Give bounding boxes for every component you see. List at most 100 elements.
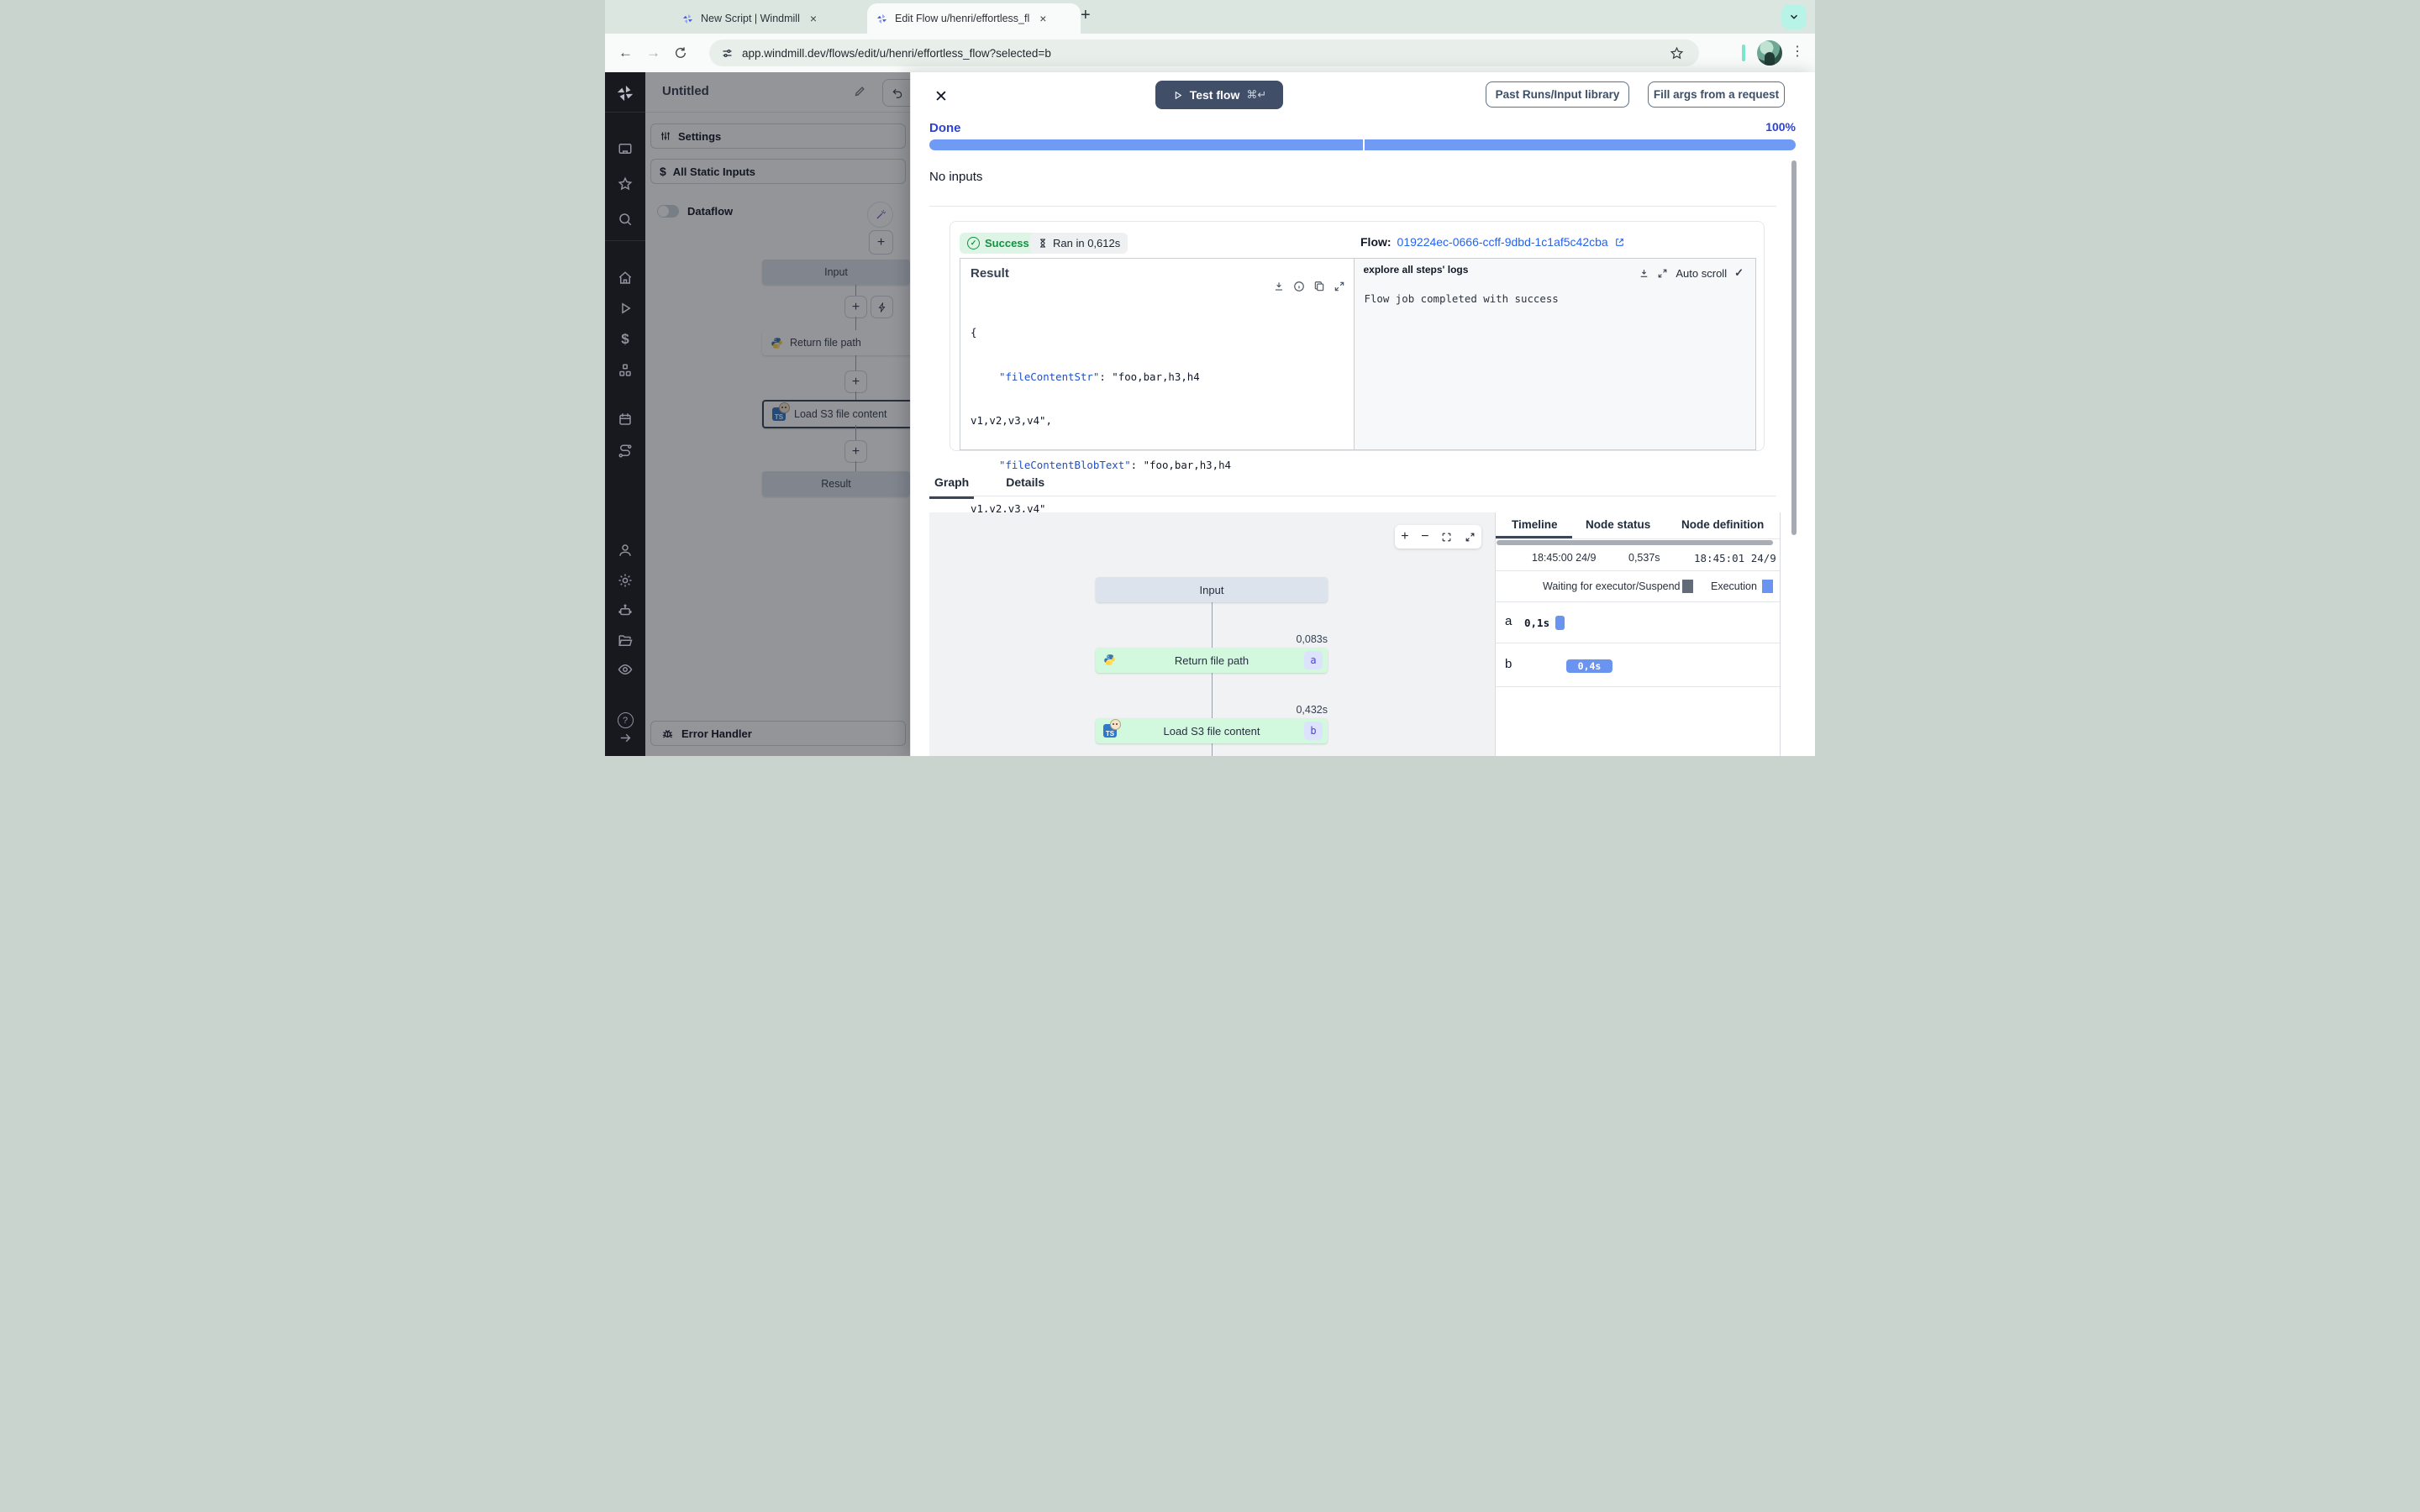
copy-icon[interactable] bbox=[1313, 281, 1325, 292]
timeline-tabs: Timeline Node status Node definition bbox=[1496, 512, 1780, 539]
row-label: a bbox=[1505, 614, 1512, 628]
browser-toolbar: ← → app.windmill.dev/flows/edit/u/henri/… bbox=[605, 34, 1815, 92]
site-settings-icon[interactable] bbox=[721, 47, 734, 60]
expand-icon[interactable] bbox=[1657, 268, 1668, 279]
bookmark-star-icon[interactable] bbox=[1670, 46, 1684, 60]
tab-node-definition[interactable]: Node definition bbox=[1681, 518, 1764, 531]
sidebar-ai-icon[interactable] bbox=[605, 603, 645, 618]
step-b-time: 0,432s bbox=[1296, 704, 1328, 716]
fill-args-button[interactable]: Fill args from a request bbox=[1648, 81, 1785, 108]
log-line: Flow job completed with success bbox=[1364, 292, 1559, 305]
sidebar-home-icon[interactable] bbox=[605, 270, 645, 286]
url-text: app.windmill.dev/flows/edit/u/henri/effo… bbox=[742, 46, 1051, 60]
windmill-logo-icon[interactable] bbox=[605, 84, 645, 102]
step-a-time: 0,083s bbox=[1296, 633, 1328, 645]
autoscroll-check-icon[interactable]: ✓ bbox=[1734, 266, 1744, 280]
sidebar-collapse-icon[interactable] bbox=[605, 731, 645, 745]
browser-menu-icon[interactable]: ⋮ bbox=[1791, 43, 1804, 60]
tab-close-icon[interactable]: × bbox=[810, 12, 817, 25]
sidebar-runs-icon[interactable] bbox=[605, 301, 645, 316]
browser-tab-active[interactable]: Edit Flow u/henri/effortless_fl × bbox=[867, 3, 1081, 34]
sidebar-workers-icon[interactable] bbox=[605, 444, 645, 459]
back-icon[interactable]: ← bbox=[618, 45, 633, 61]
zoom-out-icon[interactable]: − bbox=[1421, 529, 1428, 544]
row-duration: 0,1s bbox=[1524, 617, 1550, 629]
fullscreen-icon[interactable] bbox=[1465, 532, 1476, 543]
timeline-row-a: a 0,1s bbox=[1496, 602, 1780, 643]
json-line: "fileContentStr": "foo,bar,h3,h4 bbox=[971, 370, 1231, 385]
test-flow-label: Test flow bbox=[1189, 88, 1240, 102]
step-badge: b bbox=[1304, 722, 1323, 740]
sidebar-help-icon[interactable]: ? bbox=[605, 712, 645, 728]
browser-tab-strip: New Script | Windmill × Edit Flow u/henr… bbox=[605, 0, 1815, 34]
sidebar-workspace-icon[interactable] bbox=[605, 141, 645, 156]
json-key: "fileContentBlobText" bbox=[999, 458, 1131, 471]
shortcut-hint: ⌘↵ bbox=[1246, 88, 1267, 101]
row-label: b bbox=[1505, 657, 1512, 671]
tab-search-button[interactable] bbox=[1781, 4, 1807, 29]
node-label: Input bbox=[1199, 583, 1224, 596]
new-tab-button[interactable]: + bbox=[1081, 7, 1091, 24]
sidebar-audit-icon[interactable] bbox=[605, 662, 645, 677]
typescript-bun-icon: TS bbox=[1103, 719, 1121, 738]
close-icon[interactable]: ✕ bbox=[934, 87, 948, 107]
tab-node-status[interactable]: Node status bbox=[1586, 518, 1650, 531]
sidebar-users-icon[interactable] bbox=[605, 543, 645, 558]
progress-bar bbox=[929, 139, 1796, 150]
download-icon[interactable] bbox=[1273, 281, 1285, 292]
fit-view-icon[interactable] bbox=[1441, 532, 1452, 543]
graph-node-b[interactable]: TS Load S3 file content b bbox=[1096, 718, 1328, 743]
json-line: v1,v2,v3,v4", bbox=[971, 414, 1052, 427]
success-badge: ✓ Success bbox=[960, 233, 1037, 254]
tab-close-icon[interactable]: × bbox=[1039, 12, 1046, 25]
success-label: Success bbox=[985, 237, 1029, 249]
tab-title: New Script | Windmill bbox=[701, 13, 800, 24]
avatar[interactable] bbox=[1757, 40, 1782, 66]
result-card: ✓ Success Ran in 0,612s Flow: 019224ec-0… bbox=[950, 221, 1765, 559]
status-text: Done bbox=[929, 121, 961, 135]
expand-icon[interactable] bbox=[1334, 281, 1345, 292]
chevron-down-icon bbox=[1790, 14, 1798, 19]
step-badge: a bbox=[1304, 651, 1323, 669]
info-icon[interactable] bbox=[1293, 281, 1305, 292]
tab-details[interactable]: Details bbox=[1001, 470, 1050, 499]
app-sidebar: $ ? bbox=[605, 72, 645, 756]
test-flow-button[interactable]: Test flow ⌘↵ bbox=[1155, 81, 1283, 109]
sidebar-folders-icon[interactable] bbox=[605, 633, 645, 648]
autoscroll-label: Auto scroll bbox=[1676, 266, 1728, 280]
tab-graph[interactable]: Graph bbox=[929, 470, 975, 499]
result-pane: Result { "fileContentStr": "foo,bar,h3,h… bbox=[960, 259, 1354, 559]
flow-editor-panel: Untitled Settings $ All Static Inputs Da… bbox=[645, 72, 910, 756]
timeline-legend-row: Waiting for executor/Suspend Execution bbox=[1496, 571, 1780, 602]
drawer-scrollbar[interactable] bbox=[1791, 160, 1797, 535]
download-icon[interactable] bbox=[1639, 268, 1649, 279]
url-bar[interactable]: app.windmill.dev/flows/edit/u/henri/effo… bbox=[709, 39, 1699, 66]
flow-id-link[interactable]: 019224ec-0666-ccff-9dbd-1c1af5c42cba bbox=[1397, 235, 1608, 249]
result-logs-container: Result { "fileContentStr": "foo,bar,h3,h… bbox=[960, 258, 1756, 559]
graph-node-a[interactable]: Return file path a bbox=[1096, 648, 1328, 673]
execution-bar: 0,4s bbox=[1566, 659, 1612, 673]
sidebar-favorites-icon[interactable] bbox=[605, 176, 645, 192]
legend-execution-swatch bbox=[1762, 580, 1773, 593]
sidebar-schedules-icon[interactable] bbox=[605, 412, 645, 427]
sidebar-settings-icon[interactable] bbox=[605, 573, 645, 588]
check-circle-icon: ✓ bbox=[967, 237, 980, 249]
forward-icon[interactable]: → bbox=[646, 45, 660, 61]
past-runs-button[interactable]: Past Runs/Input library bbox=[1486, 81, 1629, 108]
sidebar-search-icon[interactable] bbox=[605, 212, 645, 227]
tab-timeline[interactable]: Timeline bbox=[1512, 518, 1558, 531]
fill-args-label: Fill args from a request bbox=[1653, 88, 1780, 101]
timeline-duration: 0,537s bbox=[1628, 552, 1660, 564]
external-link-icon[interactable] bbox=[1614, 237, 1625, 248]
timeline-times-row: 18:45:00 24/9 0,537s 18:45:01 24/9 bbox=[1496, 544, 1780, 571]
reload-icon[interactable] bbox=[674, 46, 687, 60]
sidebar-variables-icon[interactable]: $ bbox=[605, 331, 645, 348]
graph-node-input[interactable]: Input bbox=[1096, 577, 1328, 602]
timeline-row-b: b 0,4s bbox=[1496, 643, 1780, 687]
progress-percent: 100% bbox=[1765, 120, 1796, 134]
zoom-in-icon[interactable]: + bbox=[1401, 529, 1408, 544]
browser-tab-inactive[interactable]: New Script | Windmill × bbox=[673, 3, 876, 34]
result-title: Result bbox=[971, 266, 1009, 281]
json-value: : "foo,bar,h3,h4 bbox=[1130, 458, 1232, 471]
sidebar-resources-icon[interactable] bbox=[605, 363, 645, 378]
